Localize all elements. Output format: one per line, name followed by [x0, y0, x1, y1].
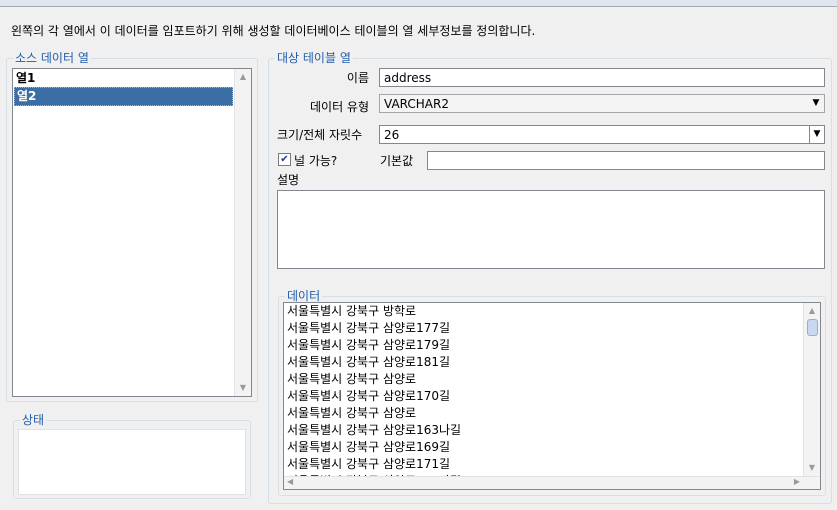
status-group: 상태: [13, 413, 251, 499]
scroll-up-icon[interactable]: ▲: [804, 303, 820, 319]
nullable-checkbox[interactable]: ✔: [278, 153, 291, 166]
source-columns-title: 소스 데이터 열: [13, 51, 91, 65]
instruction-text: 왼쪽의 각 열에서 이 데이터를 임포트하기 위해 생성할 데이터베이스 테이블…: [11, 24, 536, 38]
default-value-input[interactable]: [427, 151, 825, 170]
description-label: 설명: [277, 173, 300, 187]
status-text-area: [18, 429, 246, 495]
top-divider: [0, 0, 837, 7]
data-row: 서울특별시 강북구 삼양로169길: [287, 440, 451, 454]
scroll-down-icon[interactable]: ▼: [235, 380, 251, 396]
data-row: 서울특별시 강북구 삼양로170길: [287, 389, 451, 403]
data-preview-title: 데이터: [285, 289, 323, 303]
data-row: 서울특별시 강북구 삼양로181길: [287, 355, 451, 369]
nullable-label: 널 가능?: [294, 154, 338, 168]
data-type-value: VARCHAR2: [384, 97, 449, 111]
data-list-horizontal-scrollbar[interactable]: ◀ ▶: [284, 476, 820, 489]
source-columns-group: 소스 데이터 열 열1 열2 ▲ ▼: [6, 51, 258, 402]
data-row: 서울특별시 강북구 삼양로177길: [287, 321, 451, 335]
data-list-vertical-scrollbar[interactable]: ▲ ▼: [803, 303, 820, 476]
scroll-thumb[interactable]: [807, 319, 818, 336]
data-row: 서울특별시 강북구 삼양로171길: [287, 457, 451, 471]
data-row: 서울특별시 강북구 삼양로163나길: [287, 423, 462, 437]
name-label: 이름: [346, 71, 369, 85]
data-type-label: 데이터 유형: [309, 100, 369, 114]
status-title: 상태: [20, 413, 47, 427]
scroll-right-icon[interactable]: ▶: [794, 477, 800, 486]
scroll-down-icon[interactable]: ▼: [804, 460, 820, 476]
source-columns-list[interactable]: 열1 열2 ▲ ▼: [12, 68, 252, 397]
source-list-scrollbar[interactable]: ▲ ▼: [234, 69, 251, 396]
data-row: 서울특별시 강북구 삼양로179길: [287, 338, 451, 352]
size-value: 26: [384, 128, 400, 142]
chevron-down-icon[interactable]: ▼: [809, 96, 823, 111]
source-column-item[interactable]: 열1: [14, 70, 233, 87]
data-row: 서울특별시 강북구 삼양로: [287, 406, 417, 420]
default-label: 기본값: [380, 154, 414, 168]
size-label: 크기/전체 자릿수: [277, 128, 363, 142]
chevron-down-icon[interactable]: ▼: [809, 126, 824, 143]
scroll-up-icon[interactable]: ▲: [235, 69, 251, 85]
data-row: 서울특별시 강북구 삼양로: [287, 372, 417, 386]
column-name-input[interactable]: address: [379, 68, 825, 87]
data-preview-list[interactable]: 서울특별시 강북구 방학로서울특별시 강북구 삼양로177길서울특별시 강북구 …: [283, 302, 821, 490]
source-column-item[interactable]: 열2: [14, 87, 233, 106]
description-textarea[interactable]: [277, 190, 825, 269]
data-row: 서울특별시 강북구 방학로: [287, 304, 417, 318]
scroll-left-icon[interactable]: ◀: [287, 477, 293, 486]
target-column-group: 대상 테이블 열 이름 address 데이터 유형 VARCHAR2 ▼ 크기…: [268, 51, 832, 504]
target-column-title: 대상 테이블 열: [275, 51, 353, 65]
data-preview-group: 데이터 서울특별시 강북구 방학로 서울특별시 강북구 삼양로177길 서울특별시 …: [278, 289, 826, 496]
data-type-select[interactable]: VARCHAR2 ▼: [379, 94, 825, 113]
size-combobox[interactable]: 26 ▼: [379, 125, 825, 144]
